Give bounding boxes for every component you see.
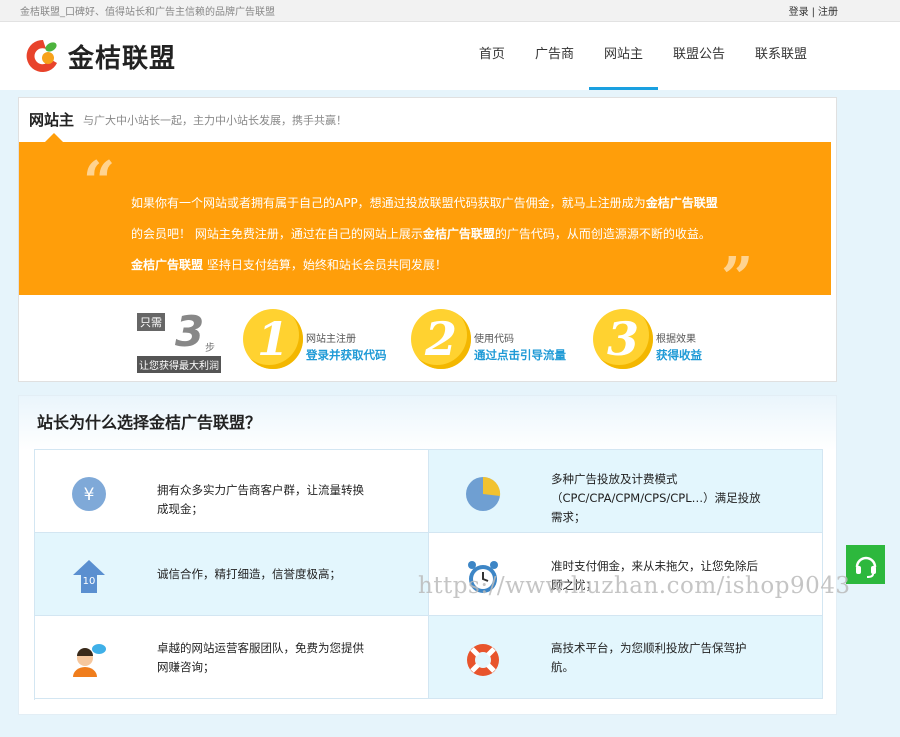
svg-text:¥: ¥: [84, 485, 95, 505]
feature-item: 卓越的网站运营客服团队，免费为您提供网赚咨询；: [35, 616, 429, 699]
feature-item: 10 诚信合作，精打细造，信誉度极高；: [35, 533, 429, 616]
webmaster-title: 网站主: [29, 111, 75, 129]
brand-name: 金桔广告联盟: [422, 227, 495, 241]
step-action-link[interactable]: 登录并获取代码: [306, 347, 387, 363]
step-label: 使用代码: [474, 333, 514, 345]
step-1: 1 网站主注册 登录并获取代码: [243, 309, 387, 369]
three-steps: 只需 3 步 让您获得最大利润 1 网站主注册 登录并获取代码 2 使用代码 通…: [19, 303, 836, 375]
webmaster-panel: 网站主 与广大中小站长一起，主力中小站长发展，携手共赢！ “ 如果你有一个网站或…: [18, 97, 837, 382]
feature-item: 高技术平台，为您顺利投放广告保驾护航。: [429, 616, 823, 699]
yen-coin-icon: ¥: [72, 477, 106, 511]
site-logo[interactable]: 金桔联盟: [24, 37, 176, 75]
step-2: 2 使用代码 通过点击引导流量: [411, 309, 566, 369]
customer-support-button[interactable]: [846, 545, 885, 584]
feature-text: 准时支付佣金，来从未拖欠，让您免除后顾之忧；: [551, 559, 758, 592]
growth-arrow-icon: 10: [73, 560, 105, 593]
site-header: 金桔联盟 首页 广告商 网站主 联盟公告 联系联盟: [0, 22, 900, 90]
feature-item: 多种广告投放及计费模式（CPC/CPA/CPM/CPS/CPL…）满足投放需求；: [429, 450, 823, 533]
feature-text: 多种广告投放及计费模式（CPC/CPA/CPM/CPS/CPL…）满足投放需求；: [551, 472, 761, 524]
step-number: 3: [593, 309, 653, 369]
register-link[interactable]: 注册: [818, 7, 838, 18]
main-nav: 首页 广告商 网站主 联盟公告 联系联盟: [464, 22, 822, 90]
badge-prefix: 只需: [137, 313, 165, 331]
why-choose-panel: 站长为什么选择金桔广告联盟？ ¥ 拥有众多实力广告商客户群，让流量转换成现金； …: [18, 395, 837, 715]
intro-banner: “ 如果你有一个网站或者拥有属于自己的APP，想通过投放联盟代码获取广告佣金，就…: [19, 133, 831, 306]
feature-text: 卓越的网站运营客服团队，免费为您提供网赚咨询；: [157, 641, 364, 674]
step-label: 根据效果: [656, 333, 696, 345]
webmaster-subtitle: 与广大中小站长一起，主力中小站长发展，携手共赢！: [83, 113, 348, 127]
nav-advertiser[interactable]: 广告商: [520, 22, 589, 90]
svg-text:10: 10: [83, 576, 96, 587]
open-quote-icon: “: [83, 149, 116, 215]
three-steps-badge: 只需 3 步 让您获得最大利润: [137, 307, 223, 373]
site-tagline: 金桔联盟_口碑好、值得站长和广告主信赖的品牌广告联盟: [20, 7, 275, 18]
step-number: 1: [243, 309, 303, 369]
nav-announcements[interactable]: 联盟公告: [658, 22, 740, 90]
badge-caption: 让您获得最大利润: [137, 356, 221, 373]
logo-text: 金桔联盟: [68, 43, 177, 74]
feature-item: ¥ 拥有众多实力广告商客户群，让流量转换成现金；: [35, 450, 429, 533]
step-number: 2: [411, 309, 471, 369]
brand-name: 金桔广告联盟: [131, 258, 204, 272]
nav-home[interactable]: 首页: [464, 22, 520, 90]
nav-webmaster[interactable]: 网站主: [588, 22, 658, 90]
feature-item: 准时支付佣金，来从未拖欠，让您免除后顾之忧；: [429, 533, 823, 616]
kumquat-logo-icon: [26, 39, 57, 72]
why-title: 站长为什么选择金桔广告联盟？: [37, 413, 262, 432]
feature-text: 高技术平台，为您顺利投放广告保驾护航。: [551, 641, 747, 674]
pie-chart-icon: [466, 476, 501, 511]
auth-links: 登录 | 注册: [789, 3, 838, 18]
top-bar: 金桔联盟_口碑好、值得站长和广告主信赖的品牌广告联盟 登录 | 注册: [0, 0, 900, 22]
feature-text: 拥有众多实力广告商客户群，让流量转换成现金；: [157, 483, 364, 516]
step-action-link[interactable]: 通过点击引导流量: [474, 347, 566, 363]
support-agent-icon: [73, 644, 106, 677]
login-link[interactable]: 登录: [789, 7, 809, 18]
alarm-clock-icon: [468, 561, 498, 593]
badge-number: 3: [175, 307, 205, 356]
close-quote-icon: ”: [721, 245, 754, 311]
badge-unit: 步: [205, 343, 215, 354]
brand-name: 金桔广告联盟: [645, 196, 718, 210]
auth-separator: |: [811, 7, 815, 18]
headset-icon: [855, 556, 876, 578]
feature-text: 诚信合作，精打细造，信誉度极高；: [157, 567, 341, 581]
nav-contact[interactable]: 联系联盟: [740, 22, 822, 90]
step-3: 3 根据效果 获得收益: [593, 309, 702, 369]
webmaster-heading: 网站主 与广大中小站长一起，主力中小站长发展，携手共赢！: [19, 98, 836, 141]
step-action-link[interactable]: 获得收益: [656, 347, 702, 363]
lifebuoy-icon: [467, 644, 499, 676]
features-grid: ¥ 拥有众多实力广告商客户群，让流量转换成现金； 多种广告投放及计费模式（CPC…: [34, 449, 823, 700]
intro-text: 如果你有一个网站或者拥有属于自己的APP，想通过投放联盟代码获取广告佣金，就马上…: [131, 196, 718, 272]
step-label: 网站主注册: [306, 333, 356, 345]
